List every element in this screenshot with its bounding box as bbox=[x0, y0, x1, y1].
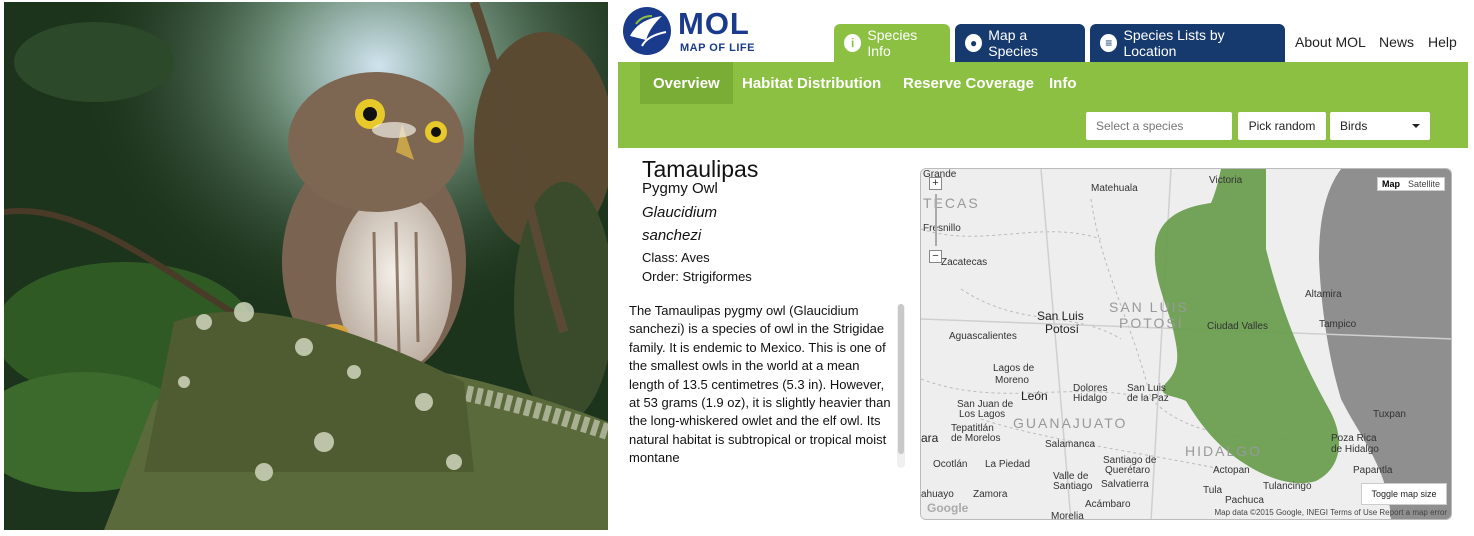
range-map[interactable]: Grande TECAS Fresnillo Zacatecas Matehua… bbox=[920, 168, 1452, 520]
map-label: Tula bbox=[1203, 485, 1223, 496]
species-scientific-name-line1: Glaucidium bbox=[642, 204, 718, 221]
species-search-input[interactable] bbox=[1086, 112, 1232, 140]
zoom-slider[interactable] bbox=[935, 194, 937, 246]
map-label: Moreno bbox=[995, 375, 1029, 386]
zoom-in-button[interactable]: + bbox=[929, 177, 942, 190]
map-type-control[interactable]: Map Satellite bbox=[1376, 177, 1445, 191]
news-link[interactable]: News bbox=[1379, 34, 1414, 50]
chevron-down-icon bbox=[1412, 124, 1420, 128]
species-common-name-line2: Pygmy Owl bbox=[642, 180, 718, 197]
map-label: León bbox=[1021, 389, 1048, 403]
map-label: Tulancingo bbox=[1263, 481, 1312, 492]
map-label: San Luis bbox=[1037, 309, 1084, 323]
map-label: Actopan bbox=[1213, 465, 1250, 476]
map-label: ahuayo bbox=[921, 489, 954, 500]
description-scrollbar[interactable] bbox=[897, 304, 905, 468]
map-label: Victoria bbox=[1209, 175, 1243, 186]
map-label: Zacatecas bbox=[941, 257, 988, 268]
tab-map-a-species[interactable]: ● Map a Species bbox=[955, 24, 1085, 62]
select-value: Birds bbox=[1340, 119, 1368, 133]
zoom-control[interactable]: + − bbox=[929, 177, 943, 263]
tab-label: Species Info bbox=[867, 27, 918, 59]
logo-subtitle: MAP OF LIFE bbox=[680, 42, 755, 54]
map-label: La Piedad bbox=[985, 459, 1031, 470]
mol-logo[interactable]: MOL MAP OF LIFE bbox=[622, 6, 762, 58]
tab-label: Map a Species bbox=[988, 27, 1039, 59]
species-common-name-line1: Tamaulipas bbox=[642, 156, 759, 182]
map-label: Papantla bbox=[1353, 465, 1393, 476]
species-description: The Tamaulipas pygmy owl (Glaucidium san… bbox=[629, 303, 891, 466]
tab-species-lists[interactable]: ≡ Species Lists by Location bbox=[1090, 24, 1285, 62]
subtab-info[interactable]: Info bbox=[1036, 62, 1090, 104]
map-type-satellite-button[interactable]: Satellite bbox=[1404, 178, 1444, 190]
map-label: HIDALGO bbox=[1185, 443, 1263, 459]
map-label: Acámbaro bbox=[1085, 499, 1131, 510]
zoom-out-button[interactable]: − bbox=[929, 250, 942, 263]
taxon-group-select[interactable]: Birds bbox=[1330, 112, 1430, 140]
map-label: GUANAJUATO bbox=[1013, 415, 1128, 431]
map-label: Ocotlán bbox=[933, 459, 968, 470]
top-nav: MOL MAP OF LIFE i Species Info ● Map a S… bbox=[618, 0, 1470, 62]
about-link[interactable]: About MOL bbox=[1295, 34, 1366, 50]
subtab-reserve-coverage[interactable]: Reserve Coverage bbox=[890, 62, 1047, 104]
map-attribution[interactable]: Map data ©2015 Google, INEGI Terms of Us… bbox=[1214, 508, 1447, 517]
toggle-map-size-button[interactable]: Toggle map size bbox=[1361, 483, 1447, 505]
scrollbar-thumb[interactable] bbox=[898, 304, 904, 454]
map-label: de la Paz bbox=[1127, 393, 1169, 404]
map-label: Altamira bbox=[1305, 289, 1342, 300]
species-subnav: Overview Habitat Distribution Reserve Co… bbox=[618, 62, 1468, 148]
map-label: Aguascalientes bbox=[949, 331, 1017, 342]
map-label: Tampico bbox=[1319, 319, 1357, 330]
owl-photo-illustration bbox=[4, 2, 608, 530]
map-label: Salamanca bbox=[1045, 439, 1096, 450]
list-icon: ≡ bbox=[1100, 34, 1118, 52]
map-label: Tuxpan bbox=[1373, 409, 1406, 420]
help-link[interactable]: Help bbox=[1428, 34, 1457, 50]
map-label: de Hidalgo bbox=[1331, 444, 1379, 455]
map-label: Los Lagos bbox=[959, 409, 1006, 420]
globe-icon bbox=[623, 7, 671, 55]
species-order: Order: Strigiformes bbox=[642, 269, 752, 284]
map-label: POTOSÍ bbox=[1119, 315, 1184, 331]
map-label: Hidalgo bbox=[1073, 393, 1107, 404]
map-pin-icon: ● bbox=[965, 34, 983, 52]
map-label: Querétaro bbox=[1105, 465, 1151, 476]
info-icon: i bbox=[844, 34, 862, 52]
subtab-overview[interactable]: Overview bbox=[640, 62, 733, 104]
map-label: Morelia bbox=[1051, 511, 1084, 520]
tab-species-info[interactable]: i Species Info bbox=[834, 24, 950, 62]
map-label: SAN LUIS bbox=[1109, 299, 1189, 315]
map-label: ara bbox=[921, 431, 939, 445]
map-label: Santiago bbox=[1053, 481, 1093, 492]
logo-text: MOL bbox=[678, 6, 750, 41]
subtab-habitat-distribution[interactable]: Habitat Distribution bbox=[729, 62, 894, 104]
pick-random-button[interactable]: Pick random bbox=[1238, 112, 1326, 140]
map-label: Potosí bbox=[1045, 322, 1080, 336]
google-logo: Google bbox=[927, 501, 969, 515]
map-label: de Morelos bbox=[951, 433, 1001, 444]
map-label: Matehuala bbox=[1091, 183, 1138, 194]
map-label: Pachuca bbox=[1225, 495, 1264, 506]
map-label: Poza Rica bbox=[1331, 433, 1377, 444]
map-label: Ciudad Valles bbox=[1207, 321, 1268, 332]
species-class: Class: Aves bbox=[642, 250, 710, 265]
species-scientific-name-line2: sanchezi bbox=[642, 227, 702, 244]
map-label: Salvatierra bbox=[1101, 479, 1149, 490]
species-photo bbox=[4, 2, 608, 530]
map-of-life-app: MOL MAP OF LIFE i Species Info ● Map a S… bbox=[618, 0, 1470, 536]
map-type-map-button[interactable]: Map bbox=[1378, 178, 1404, 190]
map-label: Zamora bbox=[973, 489, 1008, 500]
tab-label: Species Lists by Location bbox=[1123, 27, 1225, 59]
map-label: Lagos de bbox=[993, 363, 1035, 374]
